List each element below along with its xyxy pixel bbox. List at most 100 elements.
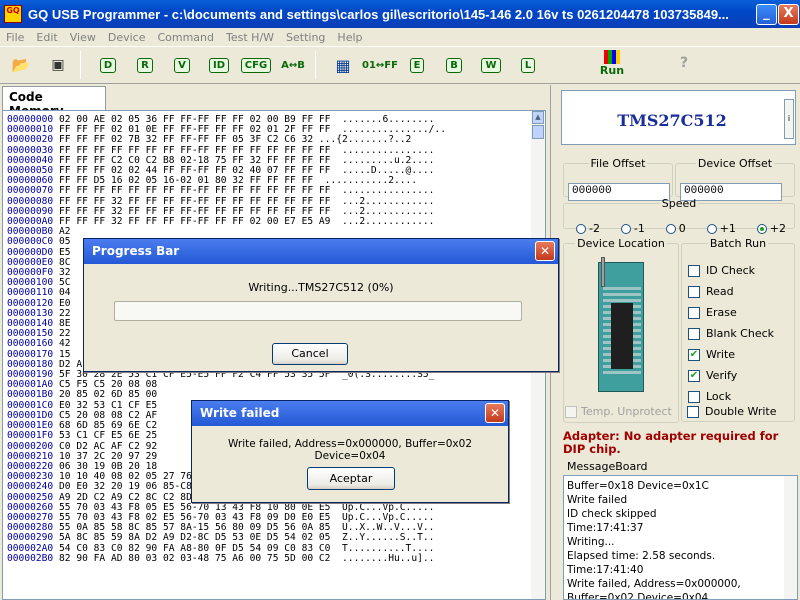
- menu-help[interactable]: Help: [331, 31, 368, 44]
- lock-button[interactable]: L: [512, 50, 544, 80]
- write-failed-close-icon[interactable]: ✕: [485, 403, 505, 423]
- write-icon: W: [481, 57, 501, 73]
- batch-checkbox[interactable]: ID Check: [688, 264, 755, 277]
- speed-option-label: -1: [633, 222, 645, 235]
- speed-option-label: -2: [589, 222, 600, 235]
- menu-view[interactable]: View: [64, 31, 102, 44]
- batch-checkbox-label: Read: [706, 285, 734, 298]
- checkbox-box: [688, 264, 700, 277]
- write-failed-dialog: Write failed ✕ Write failed, Address=0x0…: [191, 400, 509, 503]
- file-offset-group: File Offset 000000: [563, 157, 673, 201]
- checkbox-box: [688, 285, 700, 298]
- messageboard-scrollbar[interactable]: [784, 476, 797, 599]
- menu-test-hw[interactable]: Test H/W: [220, 31, 280, 44]
- batch-checkbox-label: Verify: [706, 369, 738, 382]
- run-icon: [604, 50, 620, 64]
- socket-lever: [601, 257, 605, 287]
- batch-checkbox[interactable]: Lock: [688, 390, 731, 403]
- hex-line[interactable]: 000000B0 A2: [7, 227, 446, 237]
- menu-edit[interactable]: Edit: [30, 31, 63, 44]
- blank-check-button[interactable]: B: [438, 50, 470, 80]
- device-offset-group: Device Offset 000000: [675, 157, 795, 201]
- batch-checkbox-label: Lock: [706, 390, 732, 403]
- speed-option[interactable]: -1: [620, 222, 645, 235]
- speed-option[interactable]: -2: [576, 222, 600, 235]
- speed-option[interactable]: +1: [706, 222, 736, 235]
- verify-button[interactable]: V: [166, 50, 198, 80]
- erase-button[interactable]: E: [401, 50, 433, 80]
- menu-command[interactable]: Command: [151, 31, 220, 44]
- batch-checkbox-label: Write: [706, 348, 736, 361]
- messageboard-label: MessageBoard: [567, 460, 648, 473]
- config-button[interactable]: CFG: [240, 50, 272, 80]
- read-button[interactable]: R: [129, 50, 161, 80]
- checkbox-box: [688, 390, 700, 403]
- speed-option[interactable]: +2: [756, 222, 786, 235]
- batch-checkbox[interactable]: ✔ Verify: [688, 369, 737, 382]
- double-write-label: Double Write: [705, 405, 777, 418]
- write-button[interactable]: W: [475, 50, 507, 80]
- run-button[interactable]: Run: [592, 50, 632, 82]
- speed-option[interactable]: 0: [665, 222, 686, 235]
- checkmark-icon: ✔: [688, 369, 700, 382]
- calculator-icon: ▦: [335, 55, 351, 75]
- device-offset-label: Device Offset: [697, 157, 773, 170]
- accept-button[interactable]: Aceptar: [307, 467, 395, 490]
- folder-icon: 📂: [11, 56, 31, 74]
- hex-line[interactable]: 000002B0 82 90 FA AD 80 03 02 03-48 75 A…: [7, 553, 446, 564]
- save-file-button[interactable]: ▣: [42, 50, 74, 80]
- speed-label: Speed: [661, 197, 697, 210]
- batch-checkbox[interactable]: ✔ Write: [688, 348, 735, 361]
- calculator-button[interactable]: ▦: [327, 50, 359, 80]
- double-write-checkbox[interactable]: Double Write: [687, 405, 777, 418]
- menu-device[interactable]: Device: [102, 31, 152, 44]
- radio-dot: [756, 223, 767, 234]
- close-window-button[interactable]: X: [778, 4, 799, 25]
- menu-setting[interactable]: Setting: [280, 31, 331, 44]
- progress-bar: [114, 301, 522, 321]
- write-failed-message: Write failed, Address=0x000000, Buffer=0…: [227, 438, 472, 462]
- toolbar-separator: [315, 51, 316, 79]
- progress-dialog: Progress Bar ✕ Writing...TMS27C512 (0%) …: [83, 238, 559, 372]
- window-title: GQ USB Programmer - c:\documents and set…: [28, 6, 728, 22]
- speed-option-label: 0: [678, 222, 686, 235]
- scroll-thumb[interactable]: [532, 125, 544, 139]
- zif-socket-icon: [598, 257, 644, 392]
- adapter-note: Adapter: No adapter required for DIP chi…: [563, 429, 779, 456]
- message-line: Elapsed time: 2.58 seconds.: [567, 550, 716, 562]
- progress-close-icon[interactable]: ✕: [535, 241, 555, 261]
- help-button[interactable]: ?: [680, 55, 688, 71]
- temp-unprotect-box: [565, 405, 577, 418]
- batch-checkbox[interactable]: Read: [688, 285, 734, 298]
- checkbox-box: [688, 306, 700, 319]
- menu-file[interactable]: File: [0, 31, 30, 44]
- device-location-group: Device Location: [563, 237, 679, 423]
- checkmark-icon: ✔: [688, 348, 700, 361]
- speed-group: Speed -2 -1 0 +1 +2: [563, 197, 795, 235]
- toolbar-separator: [80, 51, 81, 79]
- scroll-up-icon[interactable]: ▲: [532, 111, 544, 124]
- fill-button[interactable]: 01↔FF: [362, 50, 398, 80]
- message-list: Buffer=0x18 Device=0x1C Write failed ID ch…: [567, 479, 777, 599]
- temp-unprotect-checkbox[interactable]: Temp. Unprotect: [565, 405, 672, 418]
- hex-line[interactable]: 000000A0 FF FF FF 32 FF FF FF FF-FF FF F…: [7, 216, 446, 227]
- messageboard[interactable]: Buffer=0x18 Device=0x1C Write failed ID ch…: [563, 475, 798, 600]
- chip-scroll-handle[interactable]: i: [784, 99, 794, 139]
- batch-checkbox[interactable]: Erase: [688, 306, 737, 319]
- progress-dialog-title[interactable]: Progress Bar ✕: [84, 239, 558, 264]
- tab-code-memory[interactable]: Code Memory: [2, 86, 106, 118]
- detect-button[interactable]: D: [92, 50, 124, 80]
- batch-checkbox[interactable]: Blank Check: [688, 327, 774, 340]
- minimize-button[interactable]: _: [756, 4, 777, 25]
- id-check-button[interactable]: ID: [203, 50, 235, 80]
- erase-icon: E: [409, 57, 425, 73]
- title-bar[interactable]: GQ GQ USB Programmer - c:\documents and …: [0, 0, 800, 28]
- cancel-button[interactable]: Cancel: [272, 343, 348, 365]
- verify-icon: V: [174, 57, 190, 73]
- swap-button[interactable]: A↔B: [277, 50, 309, 80]
- temp-unprotect-label: Temp. Unprotect: [581, 405, 672, 418]
- floppy-icon: ▣: [51, 57, 65, 73]
- message-line: Write failed: [567, 494, 628, 506]
- write-failed-title[interactable]: Write failed ✕: [192, 401, 508, 426]
- open-file-button[interactable]: 📂: [5, 50, 37, 80]
